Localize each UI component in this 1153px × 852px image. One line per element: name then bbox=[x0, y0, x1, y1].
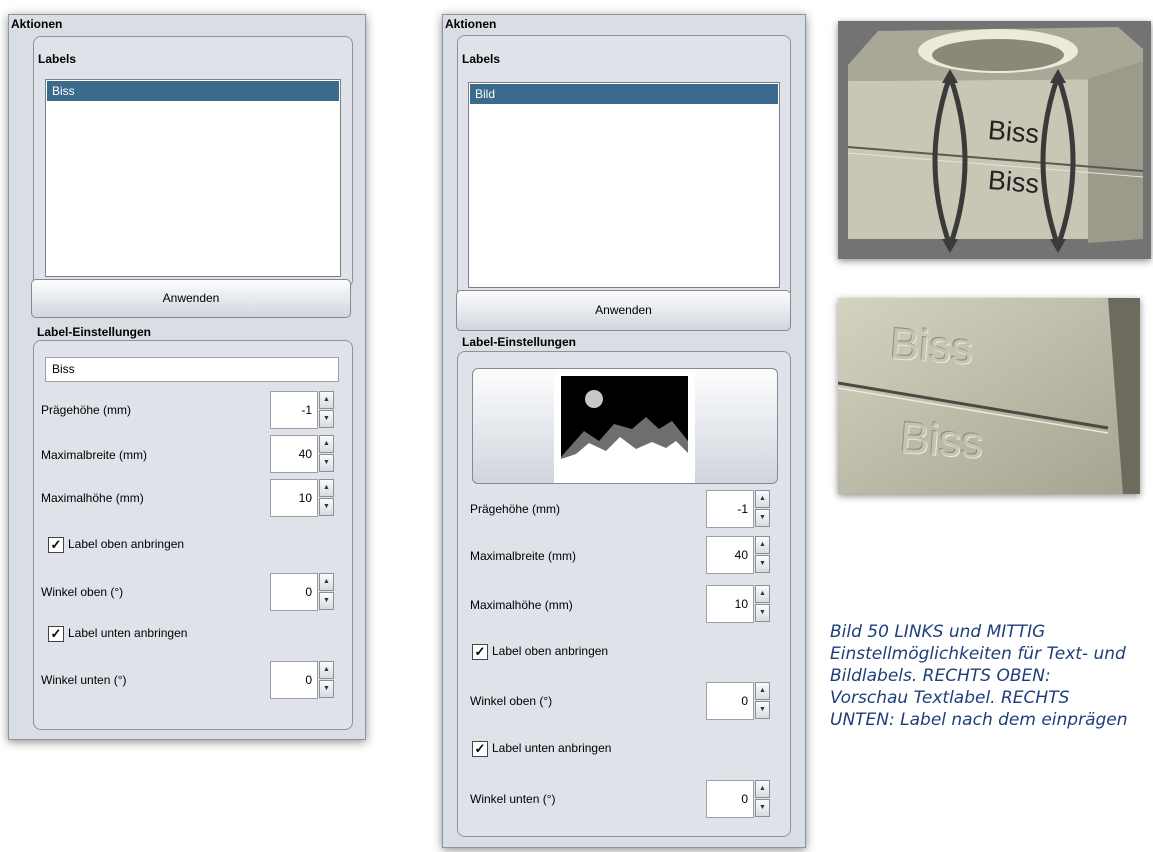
checkbox-checked-icon[interactable]: ✓ bbox=[48, 626, 64, 642]
angle-top-spinner[interactable]: 0 ▲ ▼ bbox=[706, 682, 770, 720]
angle-top-value[interactable]: 0 bbox=[270, 573, 318, 611]
label-text-field[interactable]: Biss bbox=[45, 357, 339, 382]
preview-label-upper: Biss bbox=[986, 114, 1041, 150]
labels-list[interactable]: Biss bbox=[45, 79, 341, 277]
apply-button[interactable]: Anwenden bbox=[31, 279, 351, 318]
caption-line: Vorschau Textlabel. RECHTS bbox=[830, 688, 1070, 708]
list-item[interactable]: Bild bbox=[470, 84, 778, 104]
spinner-up-icon[interactable]: ▲ bbox=[319, 573, 334, 591]
angle-bottom-spinner[interactable]: 0 ▲ ▼ bbox=[706, 780, 770, 818]
max-width-value[interactable]: 40 bbox=[270, 435, 318, 473]
max-height-label: Maximalhöhe (mm) bbox=[470, 598, 573, 612]
image-placeholder-icon bbox=[554, 369, 695, 483]
spinner-down-icon[interactable]: ▼ bbox=[319, 454, 334, 472]
spinner-down-icon[interactable]: ▼ bbox=[319, 410, 334, 428]
panel-title: Aktionen bbox=[11, 17, 63, 31]
angle-top-label: Winkel oben (°) bbox=[41, 585, 124, 599]
image-select-button[interactable] bbox=[472, 368, 778, 484]
max-width-value[interactable]: 40 bbox=[706, 536, 754, 574]
emboss-height-spinner[interactable]: -1 ▲ ▼ bbox=[706, 490, 770, 528]
max-width-label: Maximalbreite (mm) bbox=[41, 448, 148, 462]
spinner-down-icon[interactable]: ▼ bbox=[755, 555, 770, 573]
angle-bottom-value[interactable]: 0 bbox=[706, 780, 754, 818]
max-height-label: Maximalhöhe (mm) bbox=[41, 491, 144, 505]
spinner-up-icon[interactable]: ▲ bbox=[319, 391, 334, 409]
settings-group-title: Label-Einstellungen bbox=[37, 325, 152, 339]
preview-label-lower: Biss bbox=[986, 164, 1041, 200]
list-item[interactable]: Biss bbox=[47, 81, 339, 101]
checkbox-checked-icon[interactable]: ✓ bbox=[472, 741, 488, 757]
max-height-spinner[interactable]: 10 ▲ ▼ bbox=[706, 585, 770, 623]
angle-top-value[interactable]: 0 bbox=[706, 682, 754, 720]
panel-title: Aktionen bbox=[445, 17, 497, 31]
angle-bottom-label: Winkel unten (°) bbox=[41, 673, 127, 687]
max-width-spinner[interactable]: 40 ▲ ▼ bbox=[706, 536, 770, 574]
spinner-up-icon[interactable]: ▲ bbox=[319, 661, 334, 679]
spinner-down-icon[interactable]: ▼ bbox=[755, 604, 770, 622]
caption-line: UNTEN: Label nach dem einprägen bbox=[830, 710, 1128, 730]
spinner-down-icon[interactable]: ▼ bbox=[319, 592, 334, 610]
max-width-label: Maximalbreite (mm) bbox=[470, 549, 577, 563]
emboss-height-value[interactable]: -1 bbox=[706, 490, 754, 528]
max-width-spinner[interactable]: 40 ▲ ▼ bbox=[270, 435, 334, 473]
spinner-up-icon[interactable]: ▲ bbox=[755, 490, 770, 508]
middle-settings-panel: Aktionen Labels Bild Anwenden Label-Eins… bbox=[442, 14, 806, 848]
spinner-up-icon[interactable]: ▲ bbox=[319, 435, 334, 453]
angle-bottom-label: Winkel unten (°) bbox=[470, 792, 556, 806]
labels-group: Labels Bild bbox=[457, 35, 791, 299]
preview-embossed-image: Biss Biss bbox=[838, 298, 1140, 494]
left-settings-panel: Aktionen Labels Biss Anwenden Label-Eins… bbox=[8, 14, 366, 740]
labels-group-title: Labels bbox=[38, 52, 77, 66]
max-height-spinner[interactable]: 10 ▲ ▼ bbox=[270, 479, 334, 517]
max-height-value[interactable]: 10 bbox=[270, 479, 318, 517]
caption-line: Einstellmöglichkeiten für Text- und bbox=[830, 644, 1126, 664]
caption-line: Bild 50 LINKS und MITTIG bbox=[830, 622, 1046, 642]
caption-line: Bildlabels. RECHTS OBEN: bbox=[830, 666, 1051, 686]
emboss-height-label: Prägehöhe (mm) bbox=[470, 502, 561, 516]
labels-group-title: Labels bbox=[462, 52, 501, 66]
spinner-down-icon[interactable]: ▼ bbox=[755, 701, 770, 719]
angle-top-label: Winkel oben (°) bbox=[470, 694, 553, 708]
spinner-down-icon[interactable]: ▼ bbox=[755, 799, 770, 817]
spinner-down-icon[interactable]: ▼ bbox=[319, 680, 334, 698]
settings-group: Biss Prägehöhe (mm) -1 ▲ ▼ Maximalbreite… bbox=[33, 340, 353, 730]
labels-list[interactable]: Bild bbox=[468, 82, 780, 288]
labels-group: Labels Biss bbox=[33, 36, 353, 288]
spinner-up-icon[interactable]: ▲ bbox=[755, 780, 770, 798]
settings-group-title: Label-Einstellungen bbox=[462, 335, 577, 349]
angle-top-spinner[interactable]: 0 ▲ ▼ bbox=[270, 573, 334, 611]
spinner-up-icon[interactable]: ▲ bbox=[755, 682, 770, 700]
spinner-up-icon[interactable]: ▲ bbox=[755, 585, 770, 603]
embossed-label-lower: Biss bbox=[898, 413, 985, 468]
preview-textlabel-image: Biss Biss bbox=[838, 21, 1151, 259]
apply-button[interactable]: Anwenden bbox=[456, 290, 791, 331]
spinner-up-icon[interactable]: ▲ bbox=[319, 479, 334, 497]
checkbox-checked-icon[interactable]: ✓ bbox=[472, 644, 488, 660]
checkbox-checked-icon[interactable]: ✓ bbox=[48, 537, 64, 553]
figure-caption: Bild 50 LINKS und MITTIG Einstellmöglich… bbox=[830, 622, 1153, 737]
spinner-down-icon[interactable]: ▼ bbox=[319, 498, 334, 516]
max-height-value[interactable]: 10 bbox=[706, 585, 754, 623]
embossed-label-upper: Biss bbox=[888, 319, 975, 374]
angle-bottom-spinner[interactable]: 0 ▲ ▼ bbox=[270, 661, 334, 699]
settings-group: Prägehöhe (mm) -1 ▲ ▼ Maximalbreite (mm)… bbox=[457, 351, 791, 837]
emboss-height-spinner[interactable]: -1 ▲ ▼ bbox=[270, 391, 334, 429]
emboss-height-value[interactable]: -1 bbox=[270, 391, 318, 429]
angle-bottom-value[interactable]: 0 bbox=[270, 661, 318, 699]
spinner-down-icon[interactable]: ▼ bbox=[755, 509, 770, 527]
emboss-height-label: Prägehöhe (mm) bbox=[41, 403, 132, 417]
spinner-up-icon[interactable]: ▲ bbox=[755, 536, 770, 554]
